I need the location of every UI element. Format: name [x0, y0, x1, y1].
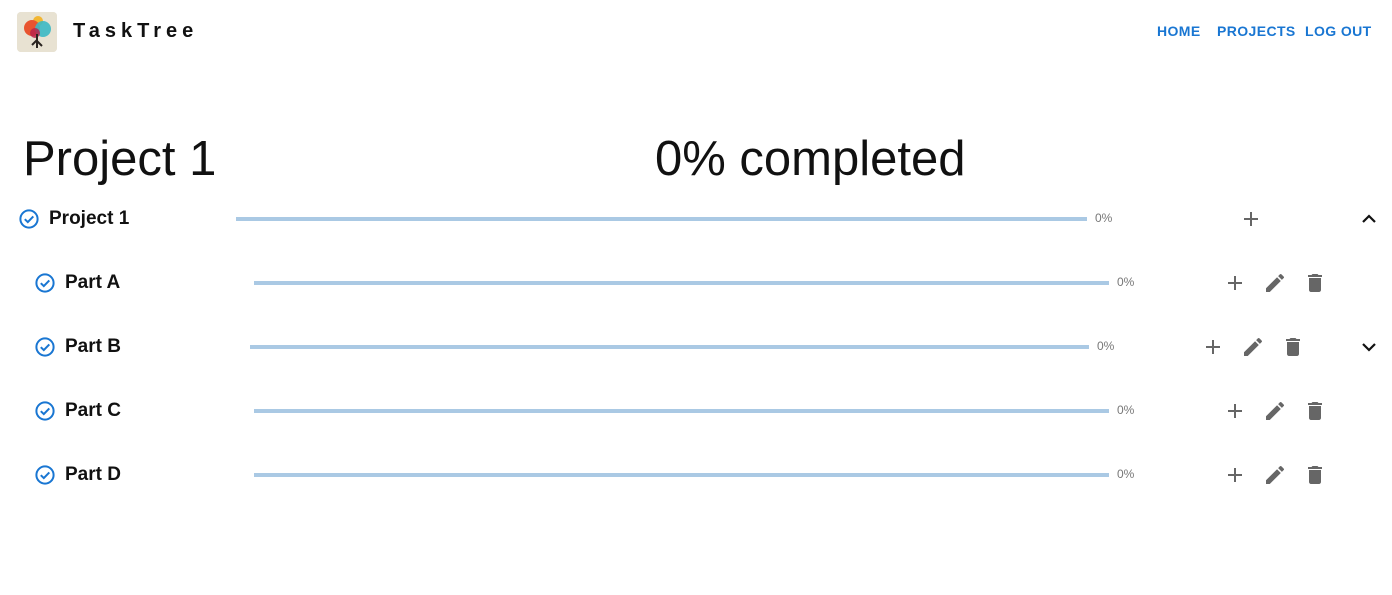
- row-label: Project 1: [49, 208, 130, 229]
- progress-bar: [236, 217, 1087, 221]
- progress-percent: 0%: [1095, 211, 1113, 225]
- nav-projects-link[interactable]: PROJECTS: [1217, 23, 1296, 39]
- nav-home-link[interactable]: HOME: [1157, 23, 1201, 39]
- tree-row-part-c: Part C 0%: [0, 391, 1392, 431]
- app-bar: TaskTree HOME PROJECTS LOG OUT: [0, 0, 1392, 64]
- tree-row-part-a: Part A 0%: [0, 263, 1392, 303]
- row-label: Part A: [65, 272, 121, 293]
- tree-row-part-b: Part B 0%: [0, 327, 1392, 367]
- progress-percent: 0%: [1117, 403, 1135, 417]
- check-circle-icon[interactable]: [34, 464, 56, 486]
- add-icon[interactable]: [1223, 271, 1247, 295]
- progress-bar: [250, 345, 1089, 349]
- check-circle-icon[interactable]: [34, 400, 56, 422]
- check-circle-icon[interactable]: [34, 336, 56, 358]
- progress-percent: 0%: [1117, 467, 1135, 481]
- add-icon[interactable]: [1201, 335, 1225, 359]
- check-circle-icon[interactable]: [34, 272, 56, 294]
- tree-row-part-d: Part D 0%: [0, 455, 1392, 495]
- add-icon[interactable]: [1223, 463, 1247, 487]
- progress-bar: [254, 473, 1109, 477]
- progress-percent: 0%: [1097, 339, 1115, 353]
- row-label: Part C: [65, 400, 121, 421]
- pencil-icon[interactable]: [1263, 463, 1287, 487]
- trash-icon[interactable]: [1303, 463, 1327, 487]
- progress-bar: [254, 281, 1109, 285]
- logo-tree-icon[interactable]: [17, 12, 57, 52]
- progress-percent: 0%: [1117, 275, 1135, 289]
- check-circle-icon[interactable]: [18, 208, 40, 230]
- chevron-down-icon[interactable]: [1357, 335, 1381, 359]
- trash-icon[interactable]: [1281, 335, 1305, 359]
- trash-icon[interactable]: [1303, 399, 1327, 423]
- tree-row-project: Project 1 0%: [0, 199, 1392, 239]
- trash-icon[interactable]: [1303, 271, 1327, 295]
- completion-summary: 0% completed: [655, 132, 966, 186]
- row-label: Part D: [65, 464, 121, 485]
- chevron-up-icon[interactable]: [1357, 207, 1381, 231]
- add-icon[interactable]: [1239, 207, 1263, 231]
- pencil-icon[interactable]: [1263, 271, 1287, 295]
- progress-bar: [254, 409, 1109, 413]
- pencil-icon[interactable]: [1241, 335, 1265, 359]
- pencil-icon[interactable]: [1263, 399, 1287, 423]
- add-icon[interactable]: [1223, 399, 1247, 423]
- page-title: Project 1: [23, 132, 217, 186]
- nav-logout-link[interactable]: LOG OUT: [1305, 23, 1372, 39]
- row-label: Part B: [65, 336, 121, 357]
- brand-title: TaskTree: [73, 20, 199, 42]
